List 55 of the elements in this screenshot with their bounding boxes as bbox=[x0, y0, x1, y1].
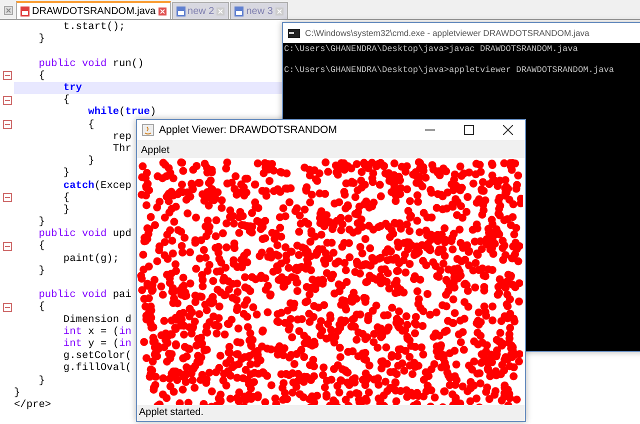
code-line: g.setColor( bbox=[62, 350, 132, 362]
console-line: C:\Users\GHANENDRA\Desktop\java>javac DRAWDOTSRANDOM.java bbox=[284, 44, 579, 54]
status-text: Applet started. bbox=[138, 406, 204, 420]
code-line: public void run() bbox=[38, 58, 144, 70]
code-line: int y = (in bbox=[62, 338, 132, 350]
fold-icon[interactable] bbox=[2, 120, 12, 130]
tab-label: new 3 bbox=[246, 6, 273, 16]
java-icon bbox=[142, 124, 154, 136]
menu-item[interactable]: Applet bbox=[137, 144, 174, 157]
file-icon bbox=[176, 6, 186, 16]
code-line: } bbox=[38, 216, 45, 228]
code-line: { bbox=[38, 240, 45, 253]
tab-label: new 2 bbox=[188, 6, 214, 16]
window-title: C:\Windows\system32\cmd.exe - appletviewer DRAWDOTSRANDOM.java bbox=[305, 28, 590, 38]
code-line: while(true) bbox=[87, 106, 156, 118]
code-line: { bbox=[87, 118, 94, 131]
console-icon bbox=[288, 28, 300, 38]
code-line: { bbox=[62, 192, 70, 204]
console-line: C:\Users\GHANENDRA\Desktop\java>appletviewer DRAWDOTSRANDOM.java bbox=[284, 64, 616, 75]
fold-icon[interactable] bbox=[2, 193, 12, 202]
code-line: } bbox=[14, 386, 20, 399]
code-line: } bbox=[38, 33, 45, 46]
close-icon bbox=[503, 125, 513, 135]
code-line: rep bbox=[112, 130, 132, 143]
maximize-icon bbox=[464, 125, 474, 135]
file-icon bbox=[20, 6, 30, 16]
tab-label: DRAWDOTSRANDOM.java bbox=[32, 6, 156, 16]
fold-icon[interactable] bbox=[2, 302, 12, 312]
window-title: Applet Viewer: DRAWDOTSRANDOM bbox=[159, 124, 338, 136]
code-line: g.fillOval( bbox=[62, 362, 132, 374]
code-line: catch(Excep bbox=[62, 179, 132, 192]
fold-icon[interactable] bbox=[2, 71, 12, 80]
close-icon[interactable] bbox=[158, 6, 167, 16]
file-tab[interactable]: DRAWDOTSRANDOM.java bbox=[16, 1, 171, 19]
code-line: t.start(); bbox=[62, 21, 126, 34]
code-line: { bbox=[38, 301, 45, 314]
code-line: } bbox=[62, 204, 70, 216]
close-icon[interactable] bbox=[4, 6, 13, 15]
code-line: } bbox=[38, 264, 45, 277]
code-line: } bbox=[87, 155, 94, 168]
file-icon bbox=[234, 6, 244, 16]
fold-icon[interactable] bbox=[2, 242, 12, 251]
code-line: { bbox=[38, 70, 45, 82]
minimize-icon bbox=[425, 129, 435, 131]
code-line: } bbox=[62, 167, 70, 180]
code-line: public void pai bbox=[38, 289, 132, 302]
code-line: Dimension d bbox=[62, 314, 132, 326]
code-line: paint(g); bbox=[62, 252, 120, 265]
code-line: } bbox=[38, 374, 45, 387]
code-line: </pre> bbox=[14, 398, 52, 411]
code-line: int x = (in bbox=[62, 326, 132, 338]
code-line: public void upd bbox=[38, 228, 132, 240]
fold-icon[interactable] bbox=[2, 96, 12, 105]
code-line: Thr bbox=[112, 142, 132, 156]
code-line: { bbox=[62, 94, 70, 106]
